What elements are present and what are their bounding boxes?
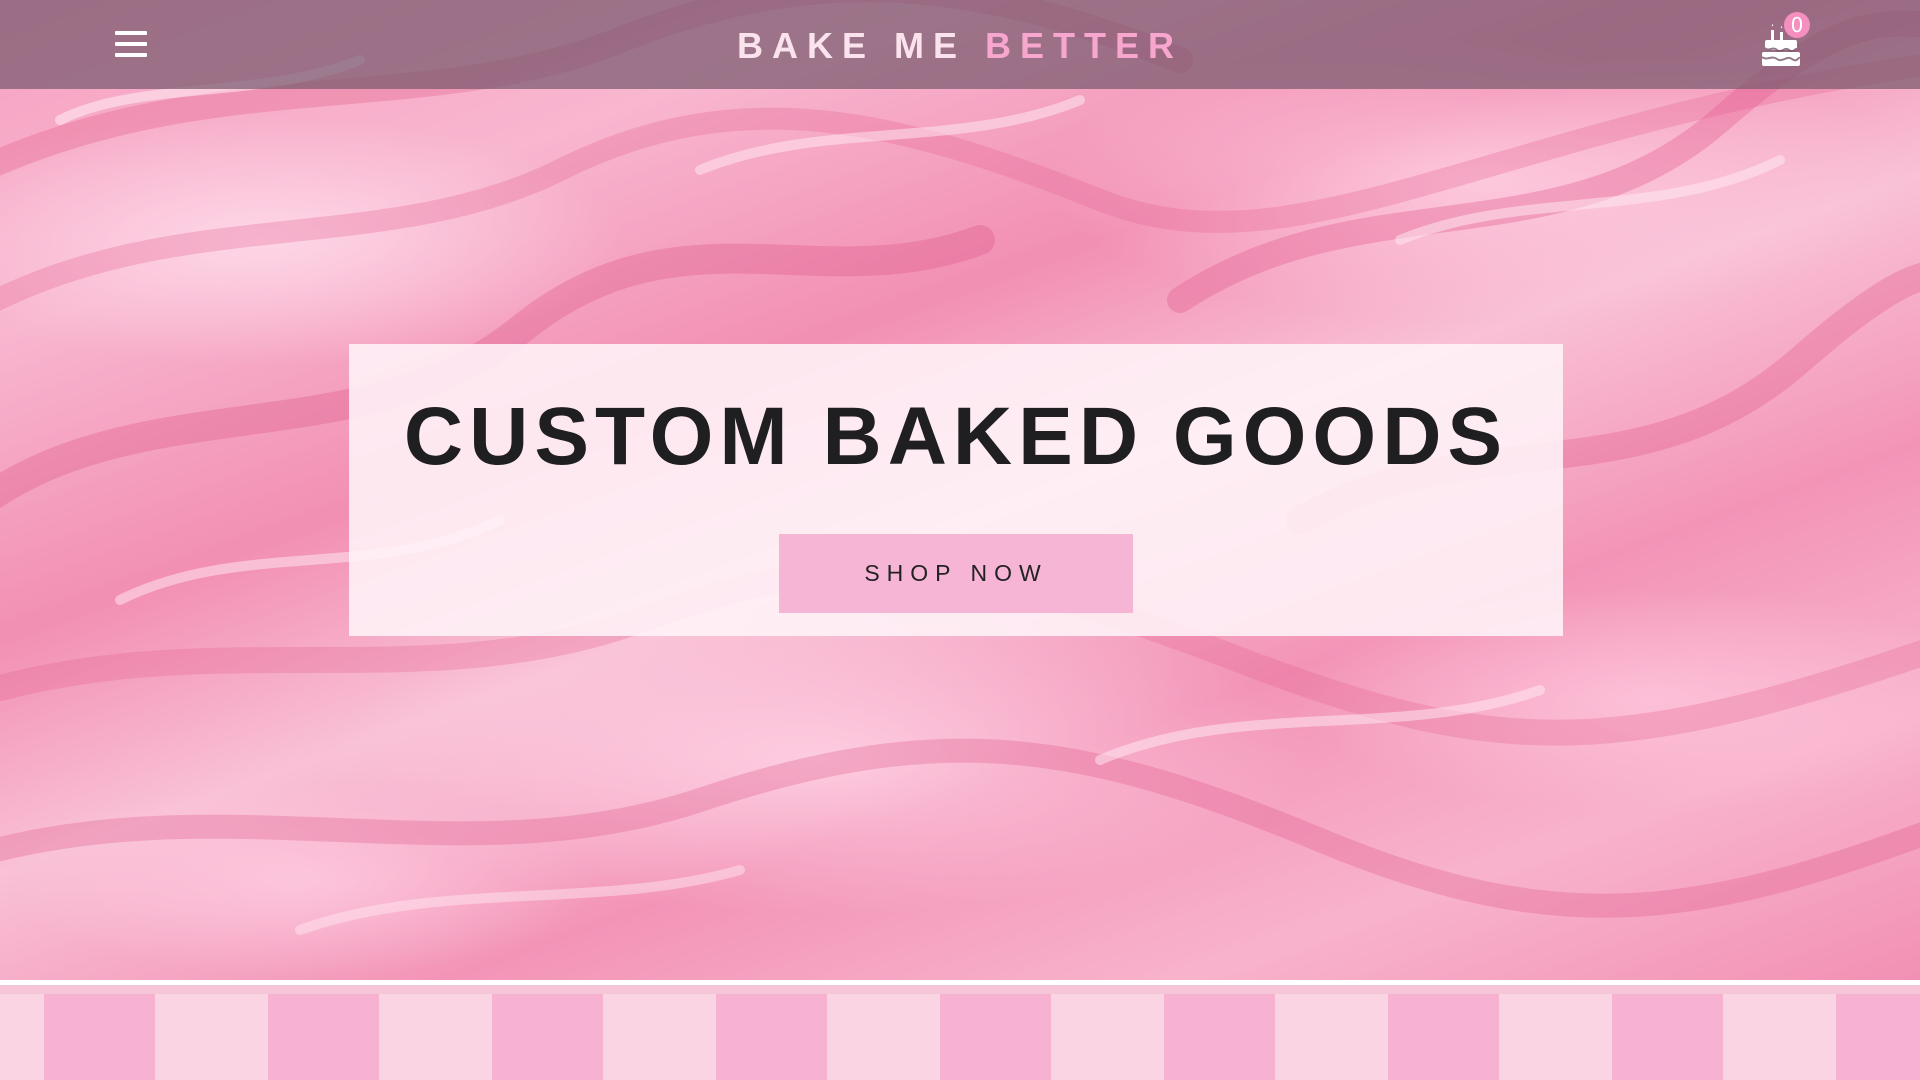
hero-headline: CUSTOM BAKED GOODS — [403, 391, 1509, 482]
page: BAKE ME BETTER 0 CUSTOM BAKED GOODS SHOP… — [0, 0, 1920, 1080]
hamburger-menu-icon[interactable] — [110, 28, 152, 62]
menu-line — [115, 31, 147, 35]
cart-button[interactable]: 0 — [1758, 12, 1814, 70]
menu-line — [115, 42, 147, 46]
hero-card: CUSTOM BAKED GOODS SHOP NOW — [349, 344, 1563, 636]
cart-count-badge: 0 — [1784, 12, 1810, 38]
brand-logo[interactable]: BAKE ME BETTER — [0, 0, 1920, 89]
shop-now-button[interactable]: SHOP NOW — [779, 534, 1133, 613]
top-navigation-bar: BAKE ME BETTER 0 — [0, 0, 1920, 89]
brand-name-part1: BAKE ME — [736, 25, 966, 66]
section-divider-band — [0, 985, 1920, 994]
decorative-stripes — [0, 994, 1920, 1080]
brand-name-part2: BETTER — [985, 25, 1184, 66]
menu-line — [115, 53, 147, 57]
